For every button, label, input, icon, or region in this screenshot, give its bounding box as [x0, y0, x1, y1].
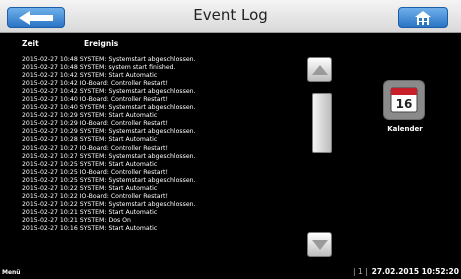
page-title: Event Log [193, 6, 268, 24]
header-bar: Event Log [0, 0, 461, 33]
home-icon [415, 10, 431, 25]
page-indicator: | 1 | [353, 267, 368, 276]
log-row: 2015-02-27 10:29 SYSTEM: Start Automatic [22, 112, 158, 120]
log-column-headers: Zeit Ereignis [22, 39, 118, 48]
calendar-day: 16 [396, 97, 413, 111]
event-log-list[interactable]: 2015-02-27 10:48 SYSTEM: Systemstart abg… [22, 56, 292, 260]
log-row: 2015-02-27 10:29 SYSTEM: Systemstart abg… [22, 128, 196, 136]
menu-button[interactable]: Menü [2, 269, 21, 276]
log-row: 2015-02-27 10:48 SYSTEM: Systemstart abg… [22, 56, 196, 63]
scroll-down-button[interactable] [307, 232, 332, 257]
home-button[interactable] [398, 7, 448, 28]
datetime-display: 27.02.2015 10:52:20 [371, 267, 459, 276]
scrollbar-thumb[interactable] [312, 93, 332, 153]
calendar-icon: 16 [383, 80, 425, 120]
column-time: Zeit [22, 39, 39, 48]
log-row: 2015-02-27 10:25 SYSTEM: Start Automatic [22, 160, 158, 168]
triangle-up-icon [311, 64, 328, 75]
triangle-down-icon [311, 239, 328, 250]
log-row: 2015-02-27 10:42 SYSTEM: Systemstart abg… [22, 88, 196, 96]
log-row: 2015-02-27 10:28 SYSTEM: Start Automatic [22, 136, 158, 144]
log-row: 2015-02-27 10:22 SYSTEM: Systemstart abg… [22, 200, 196, 208]
log-row: 2015-02-27 10:48 SYSTEM: system start fi… [22, 64, 176, 72]
log-row: 2015-02-27 10:40 SYSTEM: Systemstart abg… [22, 104, 196, 112]
calendar-button[interactable]: 16 [383, 80, 425, 120]
log-row: 2015-02-27 10:21 SYSTEM: Dos On [22, 216, 131, 224]
log-row: 2015-02-27 10:42 IO-Board: Controller Re… [22, 80, 168, 88]
log-row: 2015-02-27 10:25 SYSTEM: Systemstart abg… [22, 176, 196, 184]
log-row: 2015-02-27 10:21 SYSTEM: Start Automatic [22, 208, 158, 216]
log-row: 2015-02-27 10:16 SYSTEM: Start Automatic [22, 224, 158, 232]
calendar-label: Kalender [387, 125, 423, 133]
log-row: 2015-02-27 10:40 IO-Board: Controller Re… [22, 96, 168, 104]
log-row: 2015-02-27 10:27 IO-Board: Controller Re… [22, 144, 168, 152]
log-row: 2015-02-27 10:42 SYSTEM: Start Automatic [22, 72, 158, 80]
log-row: 2015-02-27 10:27 SYSTEM: Systemstart abg… [22, 152, 196, 160]
log-row: 2015-02-27 10:29 IO-Board: Controller Re… [22, 120, 168, 128]
log-row: 2015-02-27 10:22 SYSTEM: Start Automatic [22, 184, 158, 192]
log-row: 2015-02-27 10:25 IO-Board: Controller Re… [22, 168, 168, 176]
column-event: Ereignis [84, 39, 119, 48]
status-bar: | 1 | 27.02.2015 10:52:20 [353, 267, 459, 276]
log-row: 2015-02-27 10:22 IO-Board: Controller Re… [22, 192, 168, 200]
scroll-up-button[interactable] [307, 57, 332, 82]
